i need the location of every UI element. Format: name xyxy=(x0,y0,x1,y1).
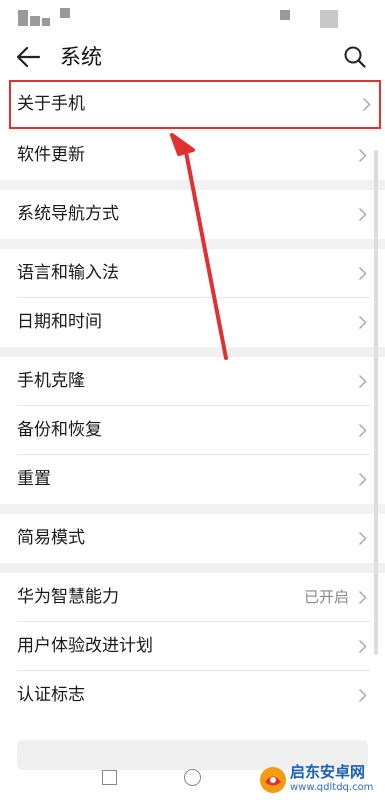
page-title: 系统 xyxy=(60,45,102,69)
group-separator xyxy=(0,504,385,514)
settings-item-huawei-ai[interactable]: 华为智慧能力 已开启 xyxy=(0,573,385,622)
chevron-right-icon xyxy=(358,315,367,330)
settings-item-backup-restore[interactable]: 备份和恢复 xyxy=(0,406,385,455)
chevron-right-icon xyxy=(358,531,367,546)
chevron-right-icon xyxy=(358,590,367,605)
settings-item-label: 认证标志 xyxy=(17,685,85,705)
signal-indicator xyxy=(30,16,40,26)
watermark-url: www.qdltdq.com xyxy=(290,782,374,793)
settings-item-software-update[interactable]: 软件更新 xyxy=(0,131,385,180)
scrollbar[interactable] xyxy=(374,150,378,655)
settings-item-system-navigation[interactable]: 系统导航方式 xyxy=(0,190,385,239)
network-indicator xyxy=(60,8,70,18)
status-value: 已开启 xyxy=(303,588,349,606)
settings-item-label: 简易模式 xyxy=(17,528,85,548)
chevron-right-icon xyxy=(358,423,367,438)
settings-item-date-time[interactable]: 日期和时间 xyxy=(0,298,385,347)
settings-item-label: 重置 xyxy=(17,469,51,489)
settings-item-label: 用户体验改进计划 xyxy=(17,636,153,656)
battery-icon xyxy=(320,10,338,28)
signal-indicator xyxy=(42,18,50,26)
settings-item-label: 备份和恢复 xyxy=(17,420,102,440)
group-separator xyxy=(0,563,385,573)
settings-item-label: 日期和时间 xyxy=(17,312,102,332)
status-icon xyxy=(280,10,290,20)
search-icon[interactable] xyxy=(343,45,367,69)
back-arrow-icon[interactable] xyxy=(14,44,42,70)
app-header: 系统 xyxy=(0,34,385,80)
chevron-right-icon xyxy=(358,266,367,281)
settings-item-phone-clone[interactable]: 手机克隆 xyxy=(0,357,385,406)
signal-indicator xyxy=(18,10,28,26)
settings-item-ux-improvement[interactable]: 用户体验改进计划 xyxy=(0,622,385,671)
settings-item-language-input[interactable]: 语言和输入法 xyxy=(0,249,385,298)
recent-apps-icon[interactable] xyxy=(102,770,117,785)
chevron-right-icon xyxy=(358,472,367,487)
settings-item-label: 语言和输入法 xyxy=(17,263,119,283)
settings-item-certification[interactable]: 认证标志 xyxy=(0,671,385,720)
watermark-logo-icon xyxy=(260,767,286,793)
watermark: 启东安卓网 www.qdltdq.com xyxy=(256,760,385,800)
chevron-right-icon xyxy=(358,639,367,654)
settings-item-label: 手机克隆 xyxy=(17,371,85,391)
chevron-right-icon xyxy=(358,688,367,703)
settings-item-label: 关于手机 xyxy=(17,94,85,114)
chevron-right-icon xyxy=(358,207,367,222)
settings-item-label: 软件更新 xyxy=(17,145,85,165)
group-separator xyxy=(0,347,385,357)
settings-list: 关于手机 软件更新 系统导航方式 语言和输入法 日期和时间 手机克隆 备份和恢复… xyxy=(0,80,385,720)
chevron-right-icon xyxy=(358,148,367,163)
group-separator xyxy=(0,180,385,190)
settings-item-simple-mode[interactable]: 简易模式 xyxy=(0,514,385,563)
group-separator xyxy=(0,239,385,249)
settings-item-label: 系统导航方式 xyxy=(17,204,119,224)
settings-item-about-phone[interactable]: 关于手机 xyxy=(9,80,381,129)
watermark-name: 启东安卓网 xyxy=(290,763,366,781)
home-icon[interactable] xyxy=(184,769,201,786)
chevron-right-icon xyxy=(362,97,371,112)
settings-item-label: 华为智慧能力 xyxy=(17,587,119,607)
status-bar xyxy=(0,0,385,34)
settings-item-reset[interactable]: 重置 xyxy=(0,455,385,504)
chevron-right-icon xyxy=(358,374,367,389)
